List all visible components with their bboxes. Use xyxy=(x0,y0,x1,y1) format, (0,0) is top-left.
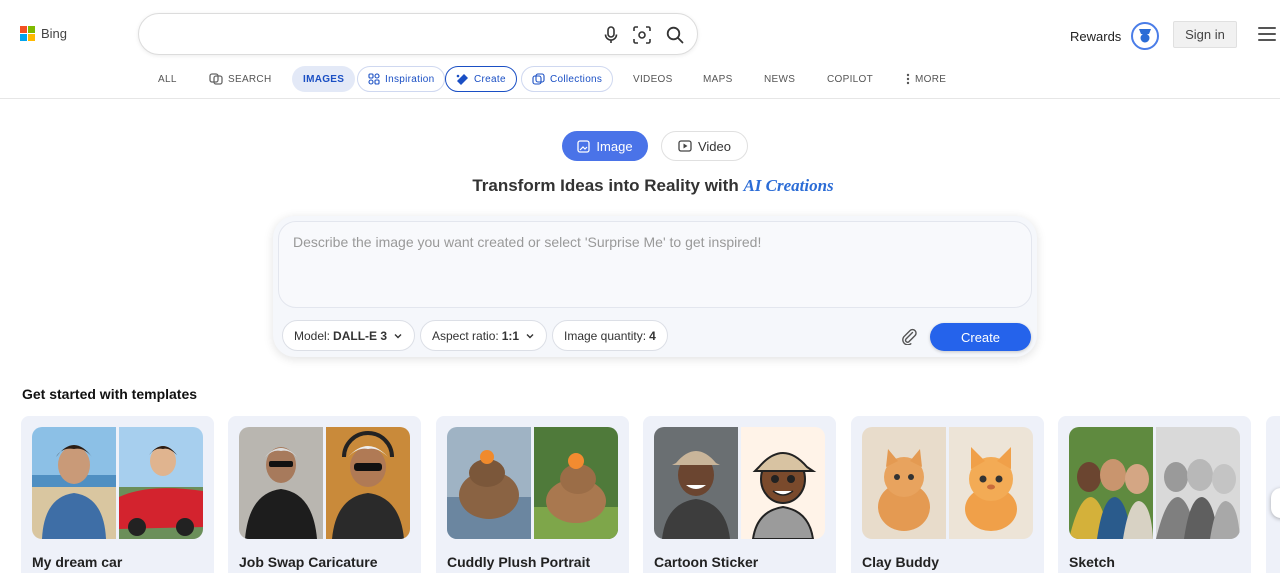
prompt-input[interactable] xyxy=(279,222,1031,307)
template-card-job-swap-caricature[interactable]: Job Swap Caricature xyxy=(228,416,421,573)
nav-more[interactable]: MORE xyxy=(906,66,946,92)
create-icon xyxy=(456,74,468,85)
vertical-nav: ALL SEARCH IMAGES Inspiration Create Col… xyxy=(0,66,1280,94)
templates-title: Get started with templates xyxy=(22,386,198,402)
template-photo-after xyxy=(741,427,825,539)
template-card-cuddly-plush-portrait[interactable]: Cuddly Plush Portrait xyxy=(436,416,629,573)
nav-all[interactable]: ALL xyxy=(158,66,177,92)
nav-videos[interactable]: VIDEOS xyxy=(633,66,673,92)
create-button[interactable]: Create xyxy=(930,323,1031,351)
video-mode-button[interactable]: Video xyxy=(661,131,748,161)
template-label: My dream car xyxy=(32,554,123,570)
template-photo-before xyxy=(447,427,531,539)
template-photo-before xyxy=(32,427,116,539)
rewards-label: Rewards xyxy=(1070,28,1122,44)
header: Bing Rewards Sign in ALL SEARCH IMAGES I… xyxy=(0,0,1280,99)
search-box xyxy=(138,13,698,55)
nav-copilot[interactable]: COPILOT xyxy=(827,66,873,92)
rewards-medal-icon xyxy=(1131,22,1160,50)
search-input[interactable] xyxy=(157,24,597,46)
model-select[interactable]: Model: DALL-E 3 xyxy=(282,320,416,351)
image-mode-button[interactable]: Image xyxy=(562,131,648,161)
template-label: Job Swap Caricature xyxy=(239,554,378,570)
bing-logo[interactable]: Bing xyxy=(20,26,67,41)
hamburger-menu-icon[interactable] xyxy=(1258,27,1276,41)
visual-search-icon[interactable] xyxy=(632,25,652,45)
search-icon[interactable] xyxy=(665,25,685,45)
template-photo-after xyxy=(119,427,203,539)
collections-icon xyxy=(532,73,545,85)
nav-maps[interactable]: MAPS xyxy=(703,66,733,92)
prompt-area xyxy=(278,221,1032,308)
template-photo-before xyxy=(1069,427,1153,539)
sign-in-button[interactable]: Sign in xyxy=(1173,21,1237,48)
video-play-icon xyxy=(678,140,692,152)
more-dots-icon xyxy=(906,73,910,85)
nav-images[interactable]: IMAGES xyxy=(292,66,356,92)
template-label: Clay Buddy xyxy=(862,554,940,570)
image-sparkle-icon xyxy=(577,139,591,153)
carousel-next-button[interactable] xyxy=(1271,488,1280,518)
create-panel: Model:DALL-E 3 Aspect ratio:1:1 Image qu… xyxy=(273,216,1037,357)
microphone-icon[interactable] xyxy=(601,25,621,45)
inspiration-icon xyxy=(368,73,380,85)
rewards-button[interactable]: Rewards xyxy=(1070,22,1160,50)
template-photo-after xyxy=(534,427,618,539)
chevron-down-icon xyxy=(394,333,402,338)
image-quantity-select[interactable]: Image quantity: 4 xyxy=(552,320,668,351)
template-card-clay-buddy[interactable]: Clay Buddy xyxy=(851,416,1044,573)
microsoft-logo-icon xyxy=(20,26,35,41)
template-label: Cartoon Sticker xyxy=(654,554,759,570)
template-photo-before xyxy=(862,427,946,539)
nav-inspiration[interactable]: Inspiration xyxy=(357,66,446,92)
aspect-ratio-select[interactable]: Aspect ratio: 1:1 xyxy=(420,320,548,351)
headline-highlight: AI Creations xyxy=(743,176,834,195)
nav-news[interactable]: NEWS xyxy=(764,66,795,92)
chevron-down-icon xyxy=(526,333,534,338)
template-label: Cuddly Plush Portrait xyxy=(447,554,591,570)
template-card-cartoon-sticker[interactable]: Cartoon Sticker xyxy=(643,416,836,573)
template-photo-after xyxy=(949,427,1033,539)
template-card-sketch[interactable]: Sketch xyxy=(1058,416,1251,573)
copilot-icon xyxy=(209,73,223,85)
template-photo-before xyxy=(654,427,738,539)
nav-collections[interactable]: Collections xyxy=(521,66,614,92)
attach-paperclip-icon[interactable] xyxy=(900,327,918,346)
nav-search[interactable]: SEARCH xyxy=(209,66,271,92)
template-photo-after xyxy=(326,427,410,539)
nav-create[interactable]: Create xyxy=(445,66,517,92)
page-headline: Transform Ideas into Reality with AI Cre… xyxy=(472,176,834,195)
template-photo-after xyxy=(1156,427,1240,539)
template-card-my-dream-car[interactable]: My dream car xyxy=(21,416,214,573)
logo-text: Bing xyxy=(41,26,68,41)
template-photo-before xyxy=(239,427,323,539)
template-label: Sketch xyxy=(1069,554,1115,570)
